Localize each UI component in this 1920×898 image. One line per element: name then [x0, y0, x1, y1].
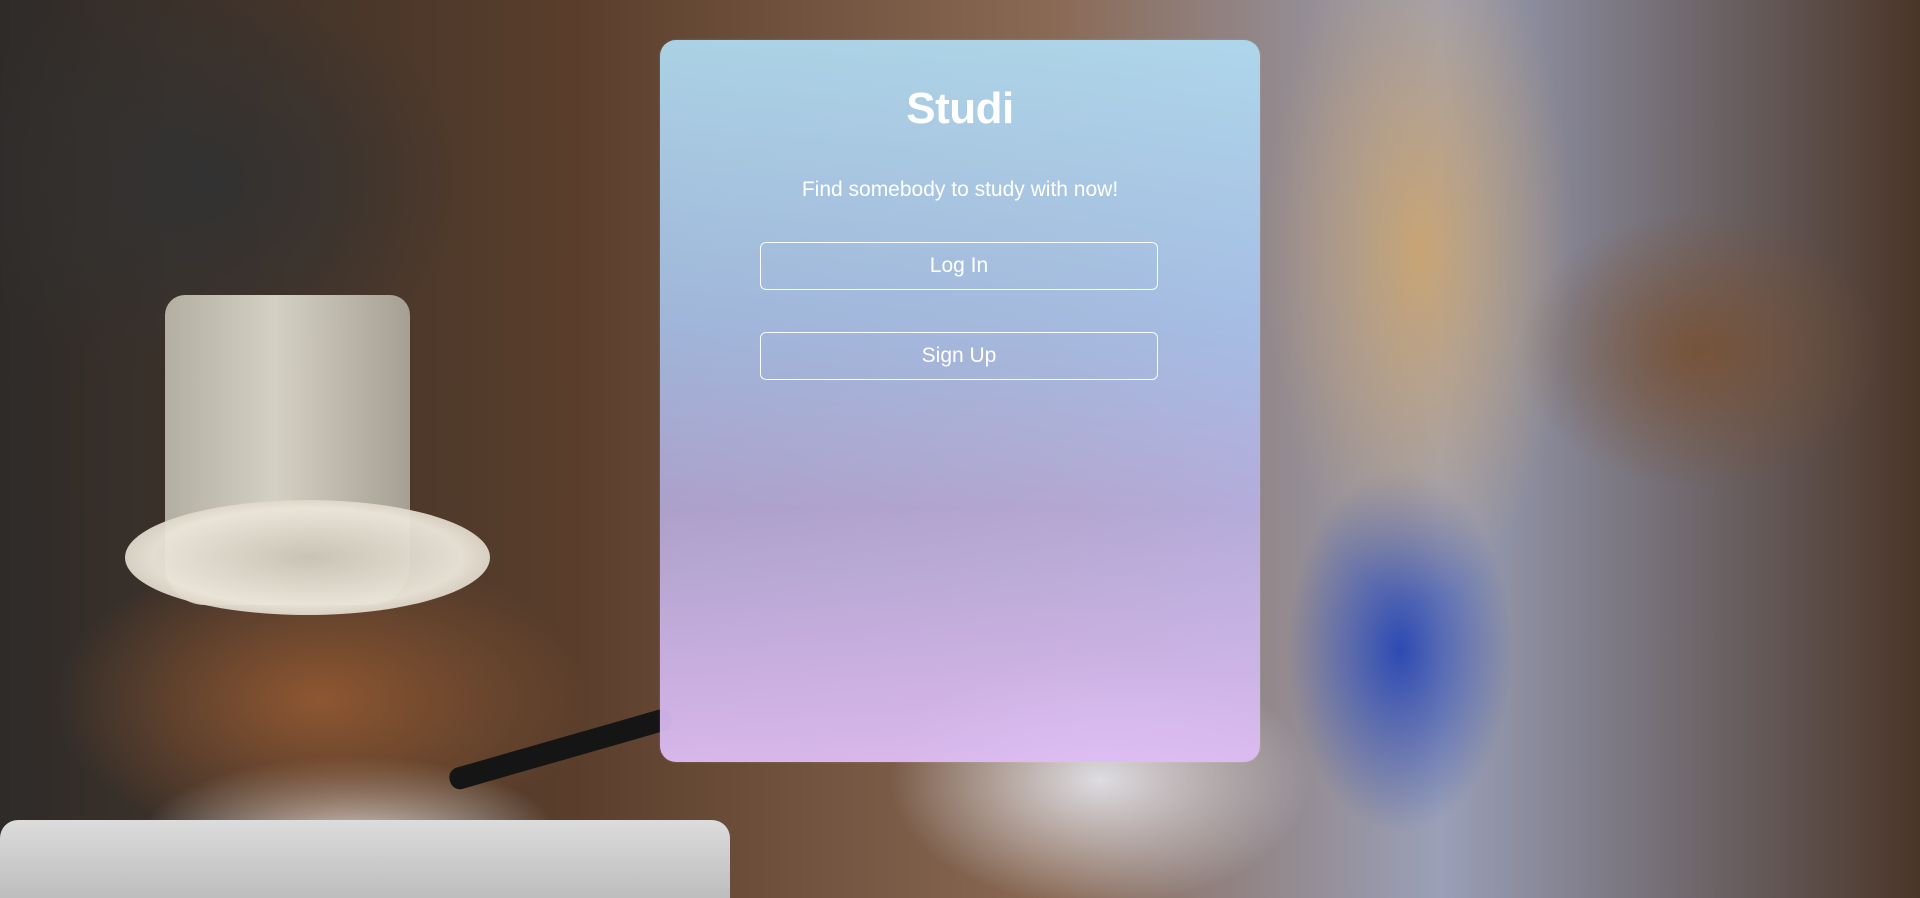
saucer-image — [125, 500, 490, 615]
laptop-image — [0, 820, 730, 898]
welcome-card: Studi Find somebody to study with now! L… — [660, 40, 1260, 762]
app-title: Studi — [906, 84, 1014, 133]
tagline: Find somebody to study with now! — [801, 178, 1119, 201]
signup-button[interactable]: Sign Up — [760, 332, 1158, 380]
login-button[interactable]: Log In — [760, 242, 1158, 290]
